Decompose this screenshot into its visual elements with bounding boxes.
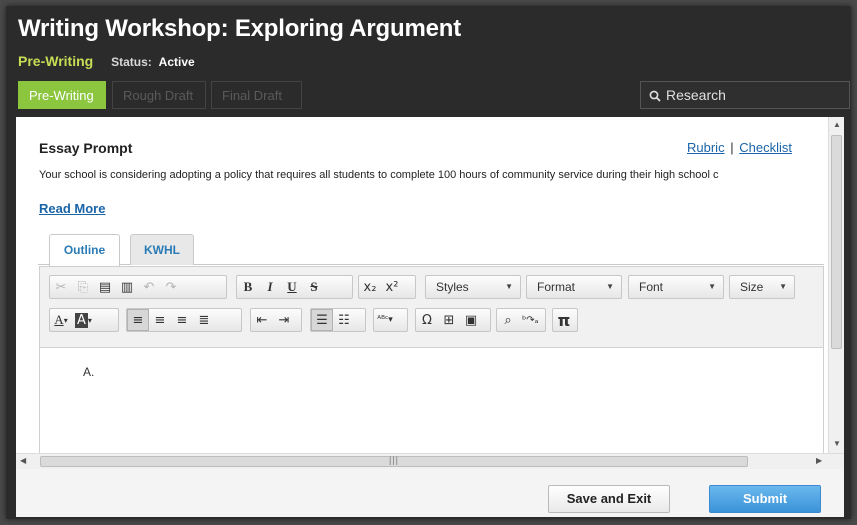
chevron-down-icon: ▼ <box>708 282 716 291</box>
basic-styles-group: B I U S <box>236 275 353 299</box>
color-group: A ▾ A ▾ <box>49 308 119 332</box>
format-label: Format <box>537 280 576 294</box>
chevron-down-icon: ▼ <box>505 282 513 291</box>
editor-toolbar: ✂ ⎘ ▤ ▥ ↶ ↷ B I U S x₂ x² Styles ▼ Forma… <box>40 267 823 348</box>
table-icon[interactable]: ⊞ <box>438 309 460 331</box>
indent-group: ⇤ ⇥ <box>250 308 302 332</box>
size-dropdown[interactable]: Size ▼ <box>729 275 795 299</box>
find-icon[interactable]: ⌕ <box>497 309 519 331</box>
status-value: Active <box>158 55 195 69</box>
bullet-list-icon[interactable]: ☷ <box>333 309 355 331</box>
tab-final-draft[interactable]: Final Draft <box>211 81 302 109</box>
bold-button[interactable]: B <box>237 276 259 298</box>
superscript-icon[interactable]: x² <box>381 276 403 298</box>
rubric-link[interactable]: Rubric <box>687 140 725 155</box>
tab-kwhl[interactable]: KWHL <box>130 234 194 265</box>
prompt-text: Your school is considering adopting a po… <box>39 169 719 181</box>
tab-outline[interactable]: Outline <box>49 234 120 266</box>
text-color-button[interactable]: A ▾ <box>50 309 72 331</box>
footer-bar: Save and Exit Submit <box>16 469 844 517</box>
grip-icon: ||| <box>389 455 400 465</box>
rich-text-editor[interactable]: ✂ ⎘ ▤ ▥ ↶ ↷ B I U S x₂ x² Styles ▼ Forma… <box>39 266 824 453</box>
copy-icon[interactable]: ⎘ <box>72 276 94 298</box>
cut-icon[interactable]: ✂ <box>50 276 72 298</box>
bg-color-button[interactable]: A ▾ <box>72 309 95 331</box>
scroll-right-icon[interactable]: ▶ <box>816 456 822 465</box>
styles-dropdown[interactable]: Styles ▼ <box>425 275 521 299</box>
align-center-icon[interactable]: ≡ <box>149 309 171 331</box>
research-label: Research <box>666 87 726 103</box>
paste-icon[interactable]: ▤ <box>94 276 116 298</box>
indent-icon[interactable]: ⇥ <box>273 309 295 331</box>
spellcheck-group: ᴬᴮᶜ▾ <box>373 308 408 332</box>
tab-pre-writing[interactable]: Pre-Writing <box>18 81 106 109</box>
redo-icon[interactable]: ↷ <box>160 276 182 298</box>
strike-button[interactable]: S <box>303 276 325 298</box>
scroll-up-icon[interactable]: ▲ <box>833 120 841 129</box>
underline-button[interactable]: U <box>281 276 303 298</box>
link-separator: | <box>730 140 734 155</box>
special-char-icon[interactable]: Ω <box>416 309 438 331</box>
numbered-list-icon[interactable]: ☰ <box>311 309 333 331</box>
scroll-down-icon[interactable]: ▼ <box>833 439 841 448</box>
styles-label: Styles <box>436 280 469 294</box>
find-group: ⌕ ᵇ↷ₐ <box>496 308 546 332</box>
list-group: ☰ ☷ <box>310 308 366 332</box>
chevron-down-icon: ▼ <box>606 282 614 291</box>
horizontal-scroll-thumb[interactable]: ||| <box>40 455 748 467</box>
vertical-scrollbar[interactable]: ▲ ▼ <box>828 117 844 453</box>
save-and-exit-button[interactable]: Save and Exit <box>548 485 670 513</box>
pi-icon[interactable]: π <box>553 309 575 331</box>
essay-prompt-title: Essay Prompt <box>39 140 133 156</box>
font-label: Font <box>639 280 664 294</box>
search-icon <box>649 90 661 102</box>
size-label: Size <box>740 280 764 294</box>
page-title: Writing Workshop: Exploring Argument <box>18 15 462 42</box>
paste-text-icon[interactable]: ▥ <box>116 276 138 298</box>
research-button[interactable]: Research <box>640 81 850 109</box>
font-dropdown[interactable]: Font ▼ <box>628 275 724 299</box>
math-group: π <box>552 308 578 332</box>
submit-button[interactable]: Submit <box>709 485 821 513</box>
outline-content[interactable]: A. <box>83 365 94 379</box>
align-right-icon[interactable]: ≡ <box>171 309 193 331</box>
status-label: Status: <box>111 55 152 69</box>
clipboard-group: ✂ ⎘ ▤ ▥ ↶ ↷ <box>49 275 227 299</box>
spellcheck-icon[interactable]: ᴬᴮᶜ▾ <box>374 309 396 331</box>
tab-rough-draft[interactable]: Rough Draft <box>112 81 206 109</box>
format-dropdown[interactable]: Format ▼ <box>526 275 622 299</box>
align-group: ≡ ≡ ≡ ≣ <box>126 308 242 332</box>
checklist-link[interactable]: Checklist <box>739 140 792 155</box>
app-window: Writing Workshop: Exploring Argument Pre… <box>6 6 851 519</box>
paste-word-icon[interactable]: ▣ <box>460 309 482 331</box>
subscript-icon[interactable]: x₂ <box>359 276 381 298</box>
chevron-down-icon: ▼ <box>779 282 787 291</box>
align-justify-icon[interactable]: ≣ <box>193 309 215 331</box>
insert-group: Ω ⊞ ▣ <box>415 308 491 332</box>
vertical-scroll-thumb[interactable] <box>831 135 842 349</box>
replace-icon[interactable]: ᵇ↷ₐ <box>519 309 542 331</box>
resource-links: Rubric | Checklist <box>687 140 792 155</box>
outdent-icon[interactable]: ⇤ <box>251 309 273 331</box>
script-group: x₂ x² <box>358 275 416 299</box>
italic-button[interactable]: I <box>259 276 281 298</box>
scroll-left-icon[interactable]: ◀ <box>20 456 26 465</box>
phase-label: Pre-Writing <box>18 53 94 69</box>
main-panel: Essay Prompt Rubric | Checklist Your sch… <box>16 117 844 453</box>
status-line: Pre-Writing Status: Active <box>18 53 195 69</box>
read-more-link[interactable]: Read More <box>39 201 105 216</box>
horizontal-scrollbar[interactable]: ◀ ||| ▶ <box>16 453 844 469</box>
undo-icon[interactable]: ↶ <box>138 276 160 298</box>
align-left-icon[interactable]: ≡ <box>127 309 149 331</box>
